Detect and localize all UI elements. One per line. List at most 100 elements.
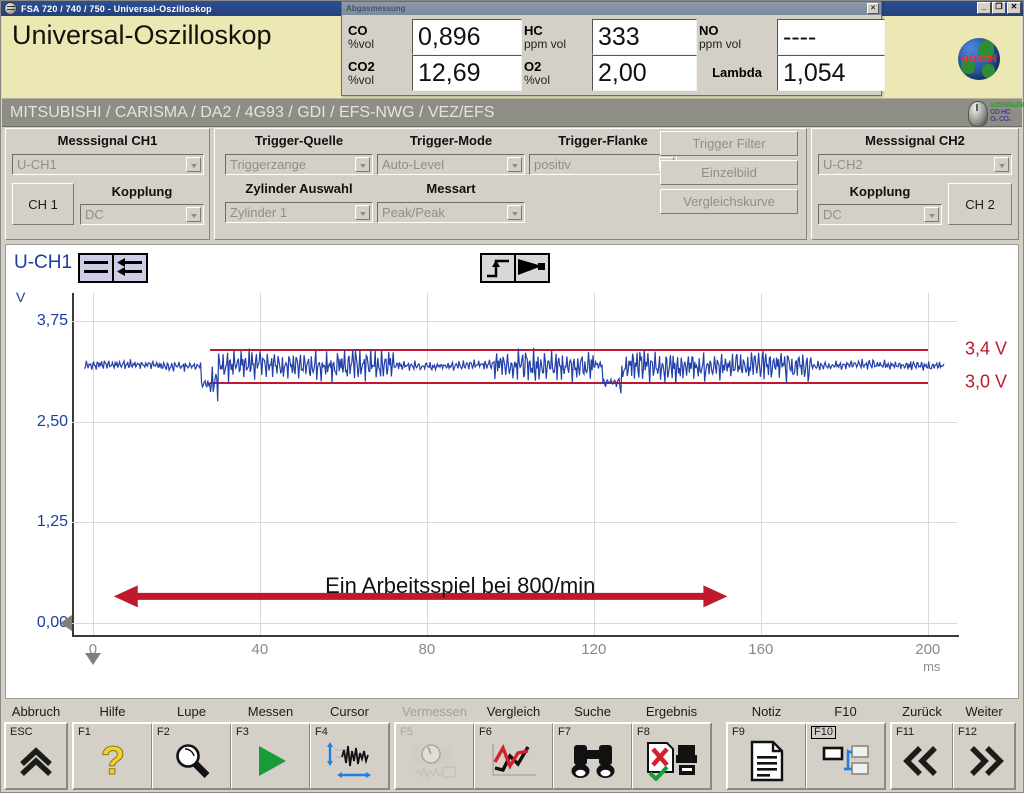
ch1-channel-button[interactable]: CH 1 bbox=[12, 183, 74, 225]
compare-curve-button[interactable]: Vergleichskurve bbox=[660, 189, 798, 214]
mouse-icon[interactable] bbox=[968, 101, 988, 127]
ch2-channel-button[interactable]: CH 2 bbox=[948, 183, 1012, 225]
chevron-down-icon[interactable] bbox=[924, 207, 939, 222]
function-key-caption: Abbruch bbox=[11, 704, 61, 719]
trigger-source-select[interactable]: Triggerzange bbox=[225, 154, 373, 175]
measure-type-select[interactable]: Peak/Peak bbox=[377, 202, 525, 223]
function-key-caption: Ergebnis bbox=[645, 704, 698, 719]
ch1-coupling-select[interactable]: DC bbox=[80, 204, 204, 225]
magnifier-icon bbox=[153, 724, 230, 788]
double-chevron-right-icon bbox=[954, 724, 1014, 788]
y-axis-tick-label: 3,75 bbox=[36, 312, 68, 330]
function-key-group: Hilfe F1? Lupe F2 Messen F3 Cursor F4 bbox=[72, 704, 390, 790]
trigger-mode-select[interactable]: Auto-Level bbox=[377, 154, 525, 175]
function-key-caption: Suche bbox=[574, 704, 611, 719]
trigger-filter-label: Trigger Filter bbox=[692, 136, 766, 151]
breadcrumb-text: MITSUBISHI / CARISMA / DA2 / 4G93 / GDI … bbox=[10, 103, 495, 121]
close-button[interactable]: ✕ bbox=[1007, 2, 1021, 14]
bosch-logo-text: BOSCH bbox=[961, 53, 997, 65]
restore-button[interactable]: ❐ bbox=[992, 2, 1006, 14]
ch2-coupling-value: DC bbox=[823, 207, 842, 222]
function-key-f10[interactable]: F10 F10 bbox=[806, 704, 885, 789]
x-axis-unit-label: ms bbox=[923, 659, 941, 674]
chevron-down-icon[interactable] bbox=[507, 205, 522, 220]
function-key-f8[interactable]: Ergebnis F8 bbox=[632, 704, 711, 789]
function-key-f3[interactable]: Messen F3 bbox=[231, 704, 310, 789]
trigger-filter-button[interactable]: Trigger Filter bbox=[660, 131, 798, 156]
trigger-edge-title: Trigger-Flanke bbox=[558, 133, 648, 148]
exhaust-measurement-window: Abgasmessung ✕ CO %vol 0,896 HC ppm vol … bbox=[341, 1, 885, 96]
ch2-coupling-select[interactable]: DC bbox=[818, 204, 942, 225]
chevron-down-icon[interactable] bbox=[994, 157, 1009, 172]
channel2-panel: Messsignal CH2 U-CH2 Kopplung DC CH 2 bbox=[811, 128, 1019, 240]
left-triangle-cursor[interactable] bbox=[60, 614, 72, 631]
cursor-waveform-icon bbox=[311, 724, 388, 788]
breadcrumb: MITSUBISHI / CARISMA / DA2 / 4G93 / GDI … bbox=[2, 99, 1024, 127]
x-axis-tick-label: 40 bbox=[251, 641, 269, 658]
chevron-down-icon[interactable] bbox=[186, 157, 201, 172]
application-window: FSA 720 / 740 / 750 - Universal-Oszillos… bbox=[0, 0, 1024, 793]
window-title: FSA 720 / 740 / 750 - Universal-Oszillos… bbox=[21, 3, 212, 14]
ch1-signal-select[interactable]: U-CH1 bbox=[12, 154, 204, 175]
function-key-caption: Vergleich bbox=[486, 704, 541, 719]
function-key-f6[interactable]: Vergleich F6 bbox=[474, 704, 553, 789]
minimize-button[interactable]: _ bbox=[977, 2, 991, 14]
function-key-f4[interactable]: Cursor F4 bbox=[310, 704, 389, 789]
function-key-caption: Messen bbox=[247, 704, 294, 719]
function-key-caption: Notiz bbox=[751, 704, 782, 719]
gas-analyzer-icon[interactable]: \u25A0\u25B6 CO HC O₂ CO₂ bbox=[990, 102, 1024, 124]
channel1-panel: Messsignal CH1 U-CH1 CH 1 Kopplung DC bbox=[5, 128, 210, 240]
document-icon bbox=[728, 724, 805, 788]
function-key-f2[interactable]: Lupe F2 bbox=[152, 704, 231, 789]
binoculars-icon bbox=[554, 724, 631, 788]
page-title: Universal-Oszilloskop bbox=[12, 20, 272, 50]
function-key-f11[interactable]: Zurück F11 bbox=[891, 704, 953, 789]
trigger-mode-value: Auto-Level bbox=[382, 157, 445, 172]
gas-value-co[interactable]: 0,896 bbox=[412, 19, 522, 55]
gas-label-hc: HC ppm vol bbox=[524, 19, 590, 55]
gas-value-co2[interactable]: 12,69 bbox=[412, 55, 522, 91]
y-axis-unit: V bbox=[16, 289, 26, 305]
single-image-button[interactable]: Einzelbild bbox=[660, 160, 798, 185]
exhaust-titlebar: Abgasmessung ✕ bbox=[342, 2, 881, 15]
function-key-f12[interactable]: Weiter F12 bbox=[953, 704, 1015, 789]
cylinder-value: Zylinder 1 bbox=[230, 205, 288, 220]
oscilloscope-chart: U-CH1 V Ein Arbeitsspiel bei 800/min 0,0… bbox=[5, 244, 1019, 699]
function-key-f9[interactable]: Notiz F9 bbox=[727, 704, 806, 789]
gas-value-o2[interactable]: 2,00 bbox=[592, 55, 697, 91]
trigger-edge-select[interactable]: positiv bbox=[529, 154, 677, 175]
y-axis-tick-label: 1,25 bbox=[36, 513, 68, 531]
restore-icon: ❐ bbox=[995, 2, 1003, 11]
ch2-signal-select[interactable]: U-CH2 bbox=[818, 154, 1012, 175]
function-key-f7[interactable]: Suche F7 bbox=[553, 704, 632, 789]
chevron-down-icon[interactable] bbox=[355, 205, 370, 220]
chevron-down-icon[interactable] bbox=[355, 157, 370, 172]
trigger-source-title: Trigger-Quelle bbox=[254, 133, 344, 148]
function-key-caption: Zurück bbox=[902, 704, 942, 719]
channel-position-icon[interactable] bbox=[78, 253, 148, 283]
edge-slope-icon bbox=[482, 255, 514, 281]
ch2-channel-label: CH 2 bbox=[965, 196, 995, 212]
function-key-f1[interactable]: Hilfe F1? bbox=[73, 704, 152, 789]
chart-title: U-CH1 bbox=[14, 252, 73, 273]
gas-name: Lambda bbox=[712, 64, 762, 80]
channel-lines-icon bbox=[80, 255, 112, 281]
plot-area[interactable]: Ein Arbeitsspiel bei 800/min bbox=[72, 253, 957, 635]
cylinder-select[interactable]: Zylinder 1 bbox=[225, 202, 373, 223]
chevron-down-icon[interactable] bbox=[507, 157, 522, 172]
gas-unit: ppm vol bbox=[524, 36, 567, 51]
gas-value-hc[interactable]: 333 bbox=[592, 19, 697, 55]
control-panel: Messsignal CH1 U-CH1 CH 1 Kopplung DC Tr… bbox=[5, 128, 1019, 240]
gas-unit: ppm vol bbox=[699, 36, 742, 51]
gas-name: CO2 bbox=[348, 58, 375, 74]
exhaust-close-button[interactable]: ✕ bbox=[867, 3, 879, 14]
chevron-down-icon[interactable] bbox=[186, 207, 201, 222]
function-key-caption: Lupe bbox=[177, 704, 206, 719]
function-key-esc[interactable]: Abbruch ESC bbox=[5, 704, 67, 789]
function-key-group: Notiz F9 F10 F10 bbox=[726, 704, 886, 790]
trigger-edge-icon[interactable] bbox=[480, 253, 550, 283]
function-key-group: Vermessen F5 Vergleich F6 Suche F7 Ergebnis F8 bbox=[394, 704, 712, 790]
gas-value-lambda[interactable]: 1,054 bbox=[777, 55, 885, 91]
down-triangle-cursor[interactable] bbox=[84, 653, 101, 665]
gas-value-no[interactable]: ---- bbox=[777, 19, 885, 55]
